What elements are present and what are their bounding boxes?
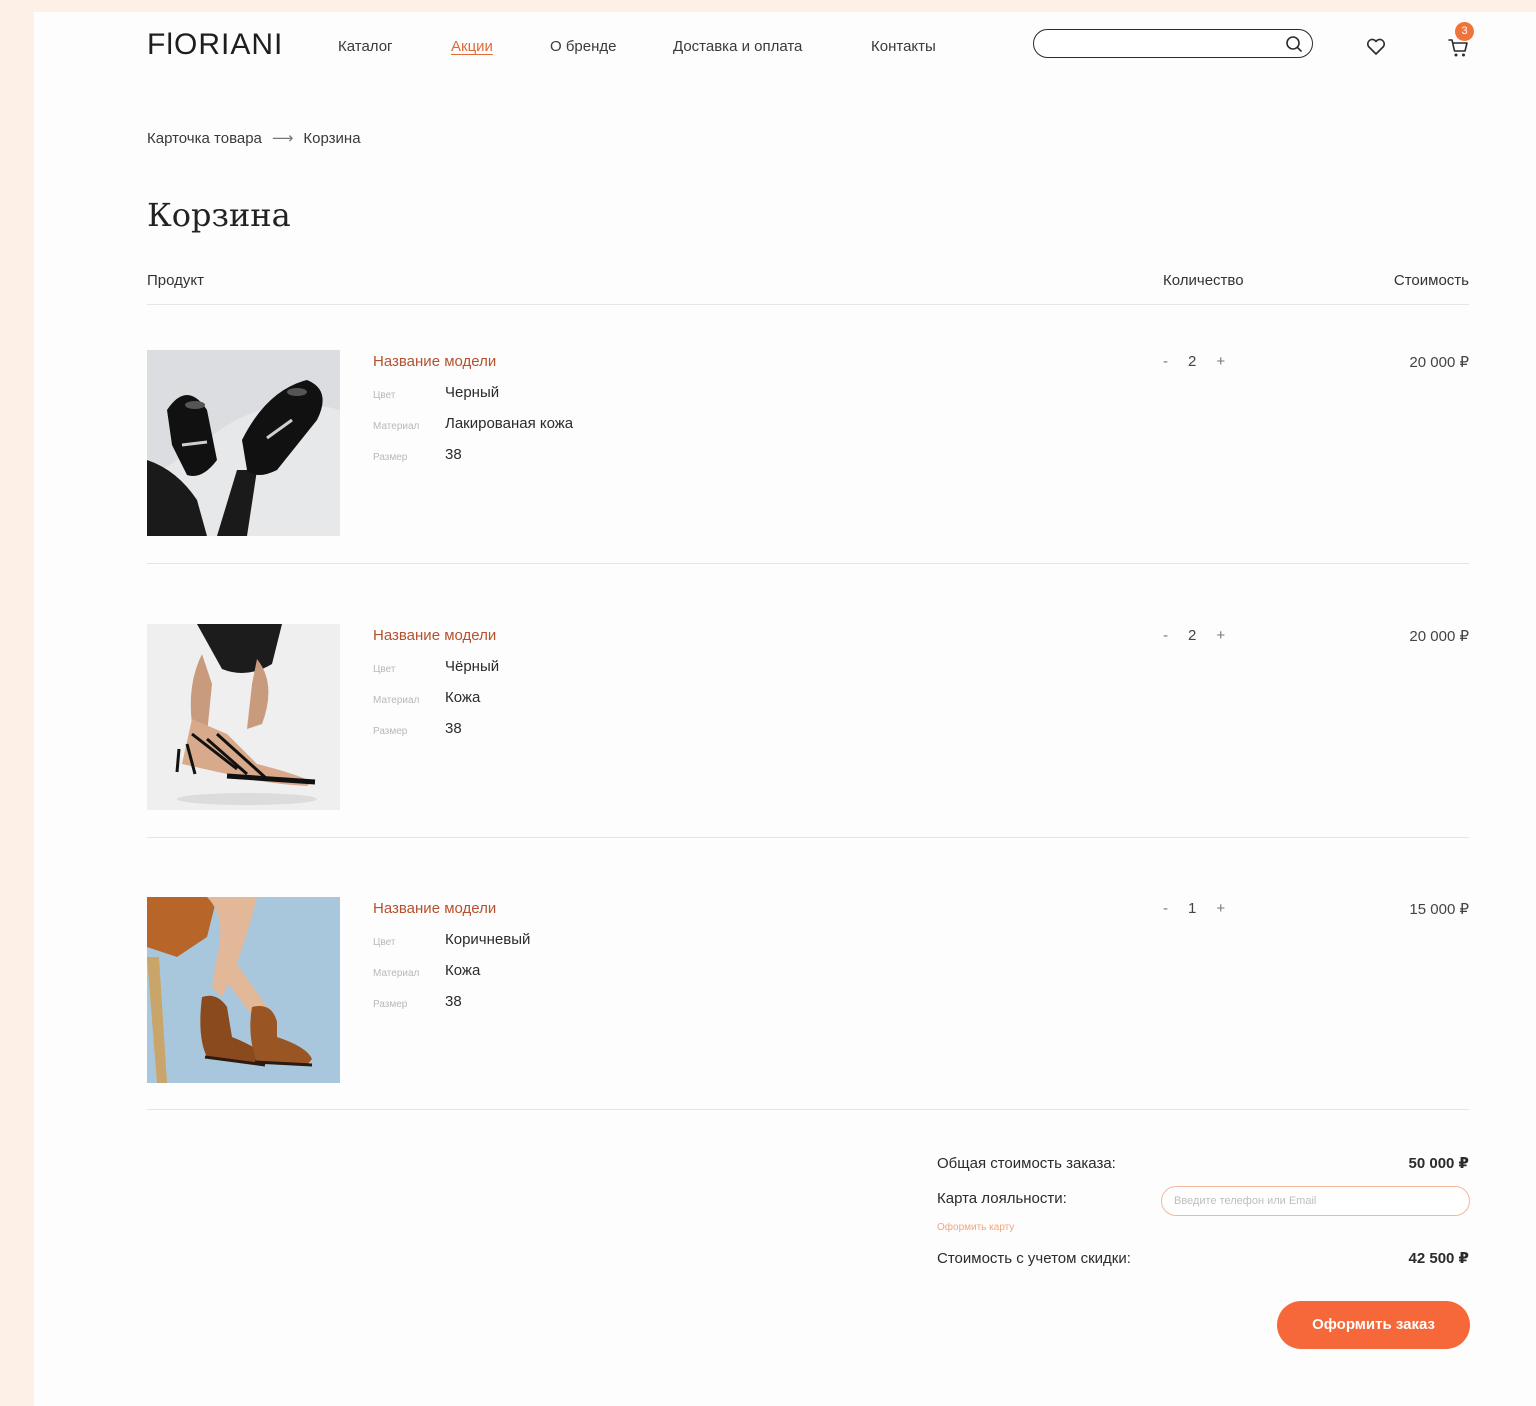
- item-price: 15 000 ₽: [1409, 901, 1469, 918]
- decrement-button[interactable]: -: [1163, 627, 1168, 644]
- material-label: Материал: [373, 968, 420, 979]
- cart-page: FlORIANI Каталог Акции О бренде Доставка…: [34, 12, 1536, 1406]
- quantity-stepper: - 2 +: [1163, 627, 1225, 644]
- increment-button[interactable]: +: [1216, 353, 1225, 370]
- color-value: Черный: [445, 384, 500, 401]
- item-price: 20 000 ₽: [1409, 354, 1469, 371]
- discount-price-label: Стоимость с учетом скидки:: [937, 1250, 1131, 1267]
- quantity-value[interactable]: 1: [1172, 900, 1212, 917]
- breadcrumb-current: Корзина: [303, 130, 361, 147]
- product-name-link[interactable]: Название модели: [373, 627, 496, 644]
- color-label: Цвет: [373, 664, 396, 675]
- quantity-stepper: - 1 +: [1163, 900, 1225, 917]
- divider: [147, 563, 1469, 564]
- loyalty-field: [1161, 1186, 1470, 1216]
- color-value: Коричневый: [445, 931, 531, 948]
- loyalty-card-label: Карта лояльности:: [937, 1190, 1067, 1207]
- decrement-button[interactable]: -: [1163, 900, 1168, 917]
- cart-count-badge: 3: [1455, 22, 1474, 41]
- nav-item-contacts[interactable]: Контакты: [871, 38, 936, 55]
- nav-item-about[interactable]: О бренде: [550, 38, 617, 55]
- cart-icon: [1448, 39, 1468, 57]
- logo[interactable]: FlORIANI: [147, 28, 283, 62]
- order-total-label: Общая стоимость заказа:: [937, 1155, 1116, 1172]
- product-image[interactable]: [147, 624, 340, 810]
- page-title: Корзина: [147, 196, 291, 234]
- divider: [147, 1109, 1469, 1110]
- material-value: Кожа: [445, 689, 481, 706]
- color-label: Цвет: [373, 390, 396, 401]
- material-label: Материал: [373, 421, 420, 432]
- quantity-stepper: - 2 +: [1163, 353, 1225, 370]
- nav-item-catalog[interactable]: Каталог: [338, 38, 393, 55]
- breadcrumb: Карточка товара ⟶ Корзина: [147, 129, 361, 147]
- size-label: Размер: [373, 999, 408, 1010]
- order-total-value: 50 000 ₽: [1408, 1155, 1469, 1172]
- increment-button[interactable]: +: [1216, 627, 1225, 644]
- product-image[interactable]: [147, 897, 340, 1083]
- nav-item-sales[interactable]: Акции: [451, 38, 493, 55]
- search-input[interactable]: [1048, 34, 1278, 54]
- cart-item: Название модели Цвет Коричневый Материал…: [34, 897, 1536, 1097]
- breadcrumb-parent[interactable]: Карточка товара: [147, 130, 262, 147]
- search-icon[interactable]: [1284, 34, 1304, 54]
- column-header-price: Стоимость: [1393, 272, 1469, 289]
- divider: [147, 837, 1469, 838]
- material-label: Материал: [373, 695, 420, 706]
- size-value: 38: [445, 993, 462, 1010]
- product-name-link[interactable]: Название модели: [373, 900, 496, 917]
- decrement-button[interactable]: -: [1163, 353, 1168, 370]
- column-header-quantity: Количество: [1163, 272, 1244, 289]
- arrow-right-icon: ⟶: [271, 130, 294, 147]
- cart-item: Название модели Цвет Черный Материал Лак…: [34, 350, 1536, 550]
- get-card-link[interactable]: Оформить карту: [937, 1222, 1014, 1233]
- search-box: [1033, 29, 1313, 58]
- size-value: 38: [445, 720, 462, 737]
- material-value: Кожа: [445, 962, 481, 979]
- size-label: Размер: [373, 726, 408, 737]
- size-label: Размер: [373, 452, 408, 463]
- cart-button[interactable]: 3: [1445, 22, 1475, 58]
- increment-button[interactable]: +: [1216, 900, 1225, 917]
- color-value: Чёрный: [445, 658, 500, 675]
- divider: [147, 304, 1469, 305]
- color-label: Цвет: [373, 937, 396, 948]
- column-header-product: Продукт: [147, 272, 204, 289]
- item-price: 20 000 ₽: [1409, 628, 1469, 645]
- checkout-button[interactable]: Оформить заказ: [1277, 1301, 1470, 1349]
- heart-icon[interactable]: [1365, 37, 1387, 57]
- product-name-link[interactable]: Название модели: [373, 353, 496, 370]
- quantity-value[interactable]: 2: [1172, 627, 1212, 644]
- discount-price-value: 42 500 ₽: [1408, 1250, 1469, 1267]
- product-image[interactable]: [147, 350, 340, 536]
- size-value: 38: [445, 446, 462, 463]
- nav-item-delivery[interactable]: Доставка и оплата: [673, 38, 802, 55]
- material-value: Лакированая кожа: [445, 415, 574, 432]
- quantity-value[interactable]: 2: [1172, 353, 1212, 370]
- loyalty-input[interactable]: [1174, 1192, 1454, 1210]
- cart-item: Название модели Цвет Чёрный Материал Кож…: [34, 624, 1536, 824]
